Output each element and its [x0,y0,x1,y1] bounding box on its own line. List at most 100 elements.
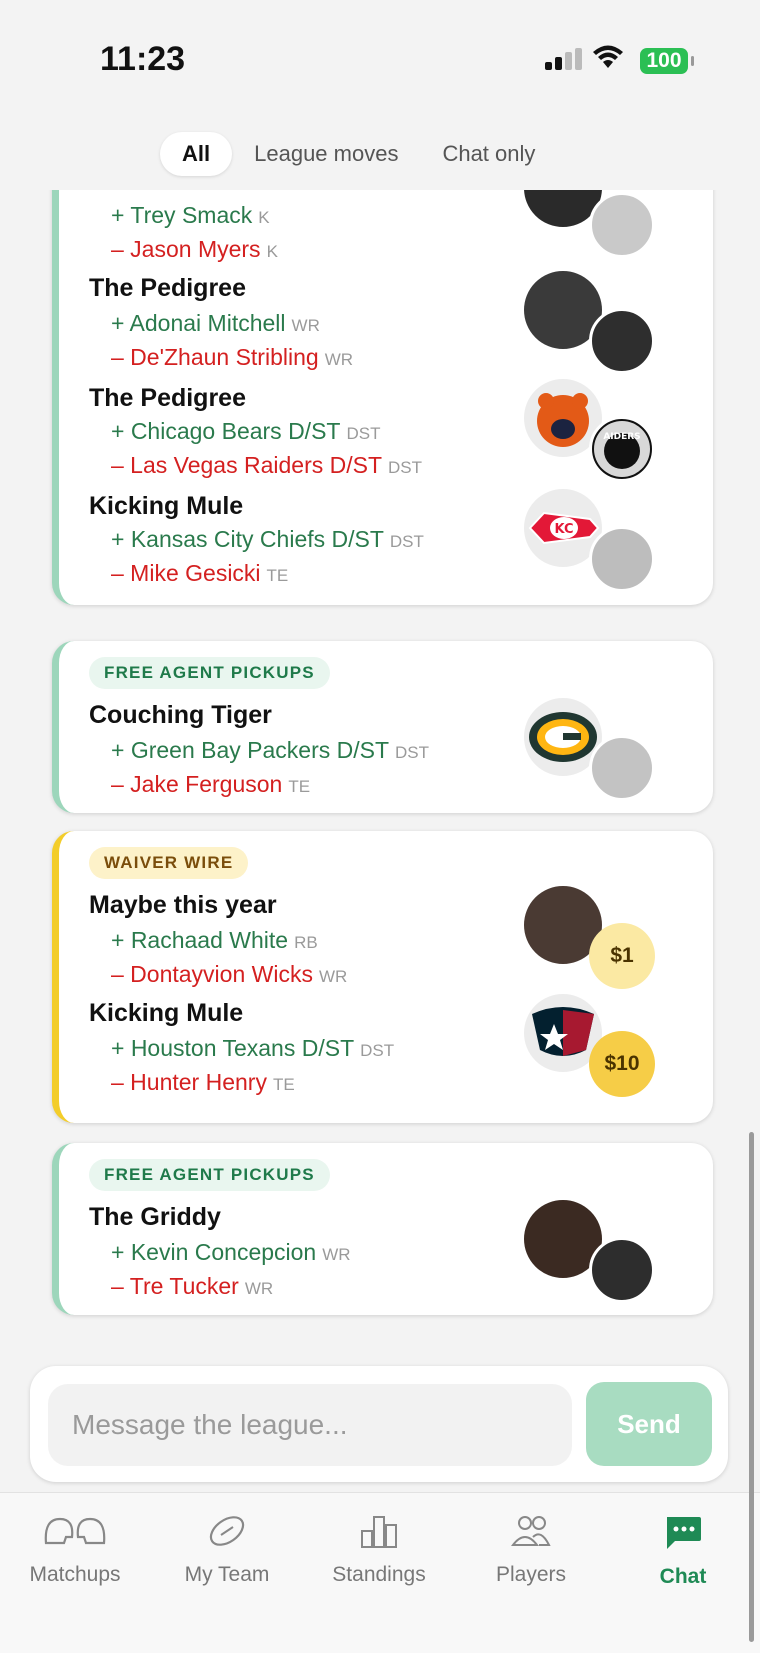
position-label: K [266,242,278,261]
team-name: Couching Tiger [89,701,272,729]
player-added: + Rachaad White [111,927,289,953]
position-label: WR [322,1245,351,1264]
team-name: Kicking Mule [89,999,244,1027]
position-label: DST [346,424,381,443]
player-added: + Green Bay Packers D/ST [111,737,390,763]
status-bar: 11:23 100 [0,0,760,120]
position-label: DST [360,1041,395,1060]
player-dropped: – Hunter Henry [111,1069,267,1095]
transaction-card: FREE AGENT PICKUPS The Griddy + Kevin Co… [52,1143,713,1315]
filter-chat-only[interactable]: Chat only [420,132,557,176]
player-avatar[interactable] [589,192,655,258]
scrollbar[interactable] [749,1132,754,1642]
drop-line: – Tre Tucker WR [111,1273,273,1300]
tab-label: Matchups [29,1563,121,1586]
matchups-icon [44,1517,106,1545]
drop-line: – De'Zhaun Stribling WR [111,344,353,371]
tab-my-team[interactable]: My Team [152,1513,302,1587]
position-label: K [258,208,270,227]
tab-label: Standings [332,1563,426,1586]
position-label: DST [388,458,423,477]
tab-matchups[interactable]: Matchups [0,1513,150,1587]
standings-icon [361,1516,397,1548]
drop-line: – Las Vegas Raiders D/ST DST [111,452,422,479]
drop-line: – Hunter Henry TE [111,1069,295,1096]
drop-line: – Jake Ferguson TE [111,771,310,798]
position-label: TE [288,777,311,796]
position-label: RB [294,933,318,952]
add-line: + Adonai Mitchell WR [111,310,320,337]
transaction-card: FREE AGENT PICKUPS Couching Tiger + Gree… [52,641,713,813]
player-dropped: – Jason Myers [111,236,261,262]
transaction-card: WAIVER WIRE Maybe this year + Rachaad Wh… [52,831,713,1123]
add-line: + Chicago Bears D/ST DST [111,418,380,445]
players-icon [510,1516,551,1546]
player-dropped: – Mike Gesicki [111,560,261,586]
player-added: + Trey Smack [111,202,253,228]
bid-amount-badge: $1 [589,923,655,989]
player-dropped: – Jake Ferguson [111,771,283,797]
chat-icon [667,1517,701,1549]
position-label: DST [389,532,424,551]
filter-bar: All League moves Chat only [0,118,760,190]
player-avatar[interactable] [589,526,655,592]
send-button[interactable]: Send [586,1382,712,1466]
add-line: + Kansas City Chiefs D/ST DST [111,526,424,553]
filter-league-moves[interactable]: League moves [232,132,420,176]
position-label: WR [291,316,320,335]
tab-label: Chat [659,1565,707,1588]
team-name: Maybe this year [89,891,277,919]
tab-standings[interactable]: Standings [304,1513,454,1587]
add-line: + Kevin Concepcion WR [111,1239,351,1266]
activity-feed[interactable]: + Trey Smack K – Jason Myers K The Pedigre… [0,190,760,1340]
position-label: TE [266,566,289,585]
team-name: The Pedigree [89,384,246,412]
free-agent-badge: FREE AGENT PICKUPS [89,1159,330,1191]
team-name: The Griddy [89,1203,221,1231]
drop-line: – Dontayvion Wicks WR [111,961,347,988]
add-line: + Trey Smack K [111,202,270,229]
team-name: Kicking Mule [89,492,244,520]
football-icon [209,1516,245,1546]
position-label: DST [395,743,430,762]
logo-text: AIDERS [603,432,640,442]
player-avatar[interactable] [589,308,655,374]
tab-players[interactable]: Players [456,1513,606,1587]
waiver-wire-badge: WAIVER WIRE [89,847,249,879]
filter-segmented-control: All League moves Chat only [160,128,557,180]
player-avatar[interactable] [589,1237,655,1303]
bid-amount-badge: $10 [589,1031,655,1097]
player-dropped: – De'Zhaun Stribling [111,344,319,370]
player-added: + Chicago Bears D/ST [111,418,341,444]
player-added: + Kevin Concepcion [111,1239,317,1265]
free-agent-badge: FREE AGENT PICKUPS [89,657,330,689]
player-added: + Adonai Mitchell [111,310,286,336]
player-dropped: – Las Vegas Raiders D/ST [111,452,383,478]
filter-all[interactable]: All [160,132,233,176]
position-label: WR [318,967,348,986]
transaction-card: + Trey Smack K – Jason Myers K The Pedigre… [52,190,713,605]
add-line: + Houston Texans D/ST DST [111,1035,394,1062]
tab-label: Players [495,1563,567,1586]
player-avatar[interactable] [589,735,655,801]
drop-line: – Mike Gesicki TE [111,560,288,587]
wifi-icon [593,45,623,68]
position-label: WR [244,1279,274,1298]
player-dropped: – Tre Tucker [111,1273,239,1299]
add-line: + Green Bay Packers D/ST DST [111,737,429,764]
player-added: + Houston Texans D/ST [111,1035,355,1061]
message-composer: Message the league... Send [30,1366,728,1482]
bottom-tab-bar: Matchups My Team Standings Players Chat [0,1492,760,1653]
player-dropped: – Dontayvion Wicks [111,961,313,987]
message-input[interactable]: Message the league... [48,1384,572,1466]
team-name: The Pedigree [89,274,246,302]
status-time: 11:23 [100,40,186,78]
position-label: TE [272,1075,295,1094]
add-line: + Rachaad White RB [111,927,318,954]
logo-text: KC [554,522,573,537]
raiders-logo-icon[interactable]: AIDERS [589,416,655,482]
tab-chat[interactable]: Chat [608,1513,758,1589]
position-label: WR [324,350,354,369]
tab-label: My Team [184,1563,270,1586]
player-added: + Kansas City Chiefs D/ST [111,526,384,552]
